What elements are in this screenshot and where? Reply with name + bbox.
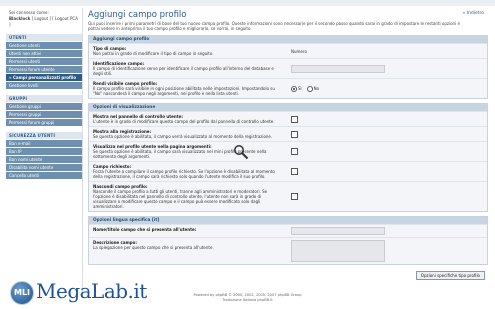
checkbox[interactable] (291, 115, 298, 123)
form-row: Descrizione campo: La spiegazione per que… (89, 237, 487, 264)
logged-in-info: Sei connesso come: Blacklock [ Logout ] … (6, 8, 82, 28)
form-panel: Opzioni di visualizzazione Mostra nel pan… (88, 103, 488, 212)
panel-title: Opzioni lingua specifica [it] (89, 217, 487, 224)
back-link[interactable]: « Indietro (462, 11, 484, 16)
sidebar-item[interactable]: Gestione gruppi (6, 103, 82, 110)
form-row-label: Visualizza nel profilo utente nella pagi… (89, 142, 287, 161)
field-description: La spiegazione per questo campo che si p… (93, 245, 214, 250)
text-input[interactable] (291, 227, 385, 235)
logo-mark: MLI (14, 288, 31, 297)
sidebar-item[interactable]: Permessi forum gruppi (6, 119, 82, 126)
checkbox[interactable] (291, 130, 298, 138)
form-row: Rendi visibile campo profilo: Il campo pr… (89, 78, 487, 98)
sidebar-item[interactable]: Ban e-mail (6, 140, 82, 147)
form-row: Nome/titolo campo che si presenta all'ut… (89, 224, 487, 237)
sidebar-item[interactable]: Permessi gruppi (6, 111, 82, 118)
sidebar-item[interactable]: » Campi personalizzati profilo (6, 74, 82, 81)
sidebar-item[interactable]: Utenti non attivi (6, 50, 82, 57)
checkbox[interactable] (291, 193, 298, 200)
form-row-label: Campo richiesto: Forza l'utente a compila… (89, 162, 287, 181)
page-title: Aggiungi campo profilo (88, 10, 187, 20)
logo-text: MegaLab.it (36, 279, 147, 303)
field-description: Nasconde il campo profilo a tutti gli ut… (93, 189, 268, 209)
field-description: L'utente è in grado di modificare questo… (93, 119, 275, 124)
form-panel: Aggiungi campo profilo Tipo di campo: Non … (88, 35, 488, 99)
checkbox[interactable] (291, 148, 298, 155)
main-content: Aggiungi campo profilo « Indietro Qui pu… (88, 8, 488, 292)
panel-title: Aggiungi campo profilo (89, 36, 487, 43)
sidebar-item[interactable]: Gestione livelli (6, 82, 82, 89)
form-row: Mostra alla registrazione: Se questa opzi… (89, 126, 487, 141)
text-input[interactable] (291, 64, 385, 73)
form-row-control (287, 162, 487, 181)
field-description: Il campo di identificazione serve per id… (93, 66, 274, 76)
field-description: Non potrai in grado di modificare il tip… (93, 51, 214, 56)
form-row-control (287, 225, 487, 237)
sidebar-item[interactable]: Ban nomi utente (6, 156, 82, 163)
radio-label: Sì (298, 86, 302, 91)
form-row-control (287, 59, 487, 78)
form-row-control: Sì No (287, 79, 487, 98)
sidebar-item[interactable]: Cancella utenti (6, 172, 82, 179)
form-row-control (287, 238, 487, 264)
radio-label: No (313, 86, 320, 91)
username[interactable]: Blacklock (9, 16, 30, 21)
form-row: Nascondi campo profilo: Nasconde il campo… (89, 181, 487, 211)
form-row-control (287, 142, 487, 161)
field-description: Il campo profilo sarà visibile in ogni p… (93, 86, 275, 96)
description-textarea[interactable] (291, 240, 385, 262)
logged-in-label: Sei connesso come: (9, 10, 49, 15)
sidebar-item[interactable]: Ban IP (6, 148, 82, 155)
sidebar-item[interactable]: Permessi forum utente (6, 66, 82, 73)
form-row: Mostra nel pannello di controllo utente:… (89, 111, 487, 126)
field-label: Nome/titolo campo che si presenta all'ut… (93, 227, 197, 232)
form-row-control (287, 112, 487, 126)
sidebar-section-title: GRUPPI (6, 95, 82, 102)
radio-button[interactable] (306, 85, 313, 92)
radio-button[interactable] (291, 85, 297, 92)
form-row-label: Tipo di campo: Non potrai in grado di mod… (89, 44, 287, 58)
panel-title: Opzioni di visualizzazione (89, 104, 487, 111)
form-row: Visualizza nel profilo utente nella pagi… (89, 141, 487, 161)
form-row-label: Nascondi campo profilo: Nasconde il campo… (89, 182, 287, 211)
field-description: Forza l'utente a compilare il campo prof… (93, 169, 275, 179)
form-row: Tipo di campo: Non potrai in grado di mod… (89, 43, 487, 58)
form-row: Identificazione campo: Il campo di identi… (89, 58, 487, 78)
field-type-value: Numero (291, 48, 307, 54)
checkbox[interactable] (291, 168, 298, 175)
form-row-label: Mostra nel pannello di controllo utente:… (89, 112, 287, 126)
sidebar-section-title: SICUREZZA UTENTI (6, 132, 82, 139)
sidebar-item[interactable]: Permessi utenti (6, 58, 82, 65)
magnifier-cursor-icon (234, 145, 249, 160)
field-description: Se questa opzione è abilitata, il campo … (93, 134, 273, 139)
sidebar-item[interactable]: Gestione utenti (6, 42, 82, 49)
form-panels: Aggiungi campo profilo Tipo di campo: Non … (88, 35, 488, 265)
form-panel: Opzioni lingua specifica [it] Nome/titolo… (88, 216, 488, 265)
form-row-label: Nome/titolo campo che si presenta all'ut… (89, 225, 287, 237)
form-row-label: Identificazione campo: Il campo di identi… (89, 59, 287, 78)
form-row-control (287, 182, 487, 211)
form-row: Campo richiesto: Forza l'utente a compila… (89, 161, 487, 181)
sidebar-section-title: UTENTI (6, 34, 82, 41)
sidebar: Sei connesso come: Blacklock [ Logout ] … (6, 8, 83, 294)
form-row-label: Descrizione campo: La spiegazione per que… (89, 238, 287, 264)
sidebar-nav: UTENTI Gestione utenti Utenti non attivi Pe… (6, 34, 82, 179)
top-strip (0, 0, 495, 6)
form-row-label: Rendi visibile campo profilo: Il campo pr… (89, 79, 287, 98)
megalab-watermark-logo: MLI MegaLab.it (10, 279, 158, 305)
form-row-label: Mostra alla registrazione: Se questa opzi… (89, 127, 287, 141)
megalab-logo-circle: MLI (10, 281, 34, 305)
profile-type-options-button[interactable]: Opzioni specifiche tipo profilo (415, 271, 485, 280)
form-row-control: Numero (287, 44, 487, 58)
intro-text: Qui puoi inserire i primi parametri di b… (88, 21, 460, 31)
app-window: Sei connesso come: Blacklock [ Logout ] … (0, 0, 495, 309)
sidebar-item[interactable]: Disabilita nomi utente (6, 164, 82, 171)
form-row-control (287, 127, 487, 141)
